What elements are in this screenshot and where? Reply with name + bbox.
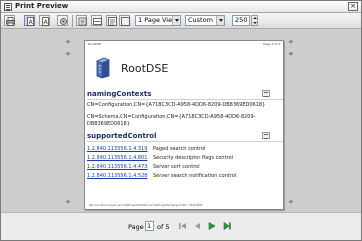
naming-context-value: CN=Configuration,CN={A718C3CD-A958-4DD6-… (87, 102, 266, 108)
print-preview-window: Print Preview × A A 1 Page View Custom 2… (0, 0, 362, 241)
oid-description: Server search notification control (153, 173, 237, 179)
page-header-left: RootDSE (88, 42, 101, 46)
zoom-input[interactable]: 250 (232, 15, 250, 26)
next-page-button[interactable] (207, 221, 217, 231)
document-title: RootDSE (121, 62, 169, 75)
page-number-input[interactable]: 1 (145, 221, 154, 231)
zoom-stepper[interactable] (251, 15, 258, 26)
two-page-icon: A (42, 17, 49, 26)
margin-marker-right: ÷ (288, 50, 294, 58)
page-header-right: Page 1 of 5 (263, 42, 280, 46)
margin-marker-left: ÷ (65, 50, 71, 58)
oid-description: Paged search control (153, 146, 206, 152)
print-icon (6, 17, 15, 26)
oid-description: Security descriptor flags control (153, 155, 233, 161)
margin-marker-bottom-right: ÷ (288, 198, 294, 206)
previous-arrow-icon (195, 223, 200, 229)
naming-contexts-heading: namingContexts (87, 90, 152, 98)
first-page-icon (121, 17, 130, 26)
toolbar: A A 1 Page View Custom 250 (1, 13, 361, 29)
preview-area[interactable]: ÷ ÷ ÷ ÷ ÷ ÷ RootDSE Page 1 of 5 RootDSE … (1, 30, 361, 212)
text-width-button[interactable] (106, 15, 117, 26)
view-mode-select[interactable]: 1 Page View (135, 15, 181, 26)
full-page-icon (78, 17, 87, 26)
margin-marker-bottom-left: ÷ (65, 198, 71, 206)
chevron-down-icon (216, 16, 224, 25)
page-width-button[interactable] (91, 15, 102, 26)
zoom-mode-value: Custom (188, 16, 213, 24)
zoom-mode-select[interactable]: Custom (185, 15, 225, 26)
single-page-button[interactable]: A (24, 15, 35, 26)
section-divider (87, 141, 283, 142)
chevron-down-icon (172, 16, 180, 25)
page-label: Page (128, 223, 144, 231)
close-button[interactable]: × (348, 2, 358, 11)
previous-page-button[interactable] (192, 221, 202, 231)
margin-marker-top-left: ÷ (65, 38, 71, 46)
next-arrow-icon (208, 221, 216, 231)
window-title: Print Preview (15, 2, 69, 10)
section-divider (87, 99, 283, 100)
last-page-arrow-icon (223, 221, 231, 231)
oid-link[interactable]: 1.2.840.113556.1.4.801 (87, 155, 147, 161)
print-preview-app-icon (4, 3, 12, 11)
oid-description: Server sort control (153, 164, 200, 170)
full-page-button[interactable] (76, 15, 87, 26)
oid-link[interactable]: 1.2.840.113556.1.4.528 (87, 173, 147, 179)
oid-link[interactable]: 1.2.840.113556.1.4.473 (87, 164, 147, 170)
supported-control-toggle[interactable] (262, 132, 270, 139)
supported-control-heading: supportedControl (87, 132, 157, 140)
print-button[interactable] (4, 15, 15, 26)
toolbar-separator (72, 15, 73, 27)
page-setup-icon (60, 18, 67, 25)
preview-page: RootDSE Page 1 of 5 RootDSE namingContex… (84, 40, 284, 210)
naming-context-value: CN=Schema,CN=Configuration,CN={A718C3CD-… (87, 114, 256, 127)
single-page-icon: A (27, 17, 34, 26)
page-setup-button[interactable] (57, 15, 68, 26)
first-page-nav-button[interactable] (178, 221, 188, 231)
page-count-label: of 5 (157, 223, 170, 231)
oid-link[interactable]: 1.2.840.113556.1.4.319 (87, 146, 147, 152)
page-footer: file:///C:/Documents and Settings/ADAM/L… (89, 203, 203, 207)
title-bar: Print Preview × (1, 1, 361, 13)
page-navigation-bar: Page 1 of 5 (1, 212, 361, 240)
first-page-arrow-icon (179, 223, 186, 229)
two-page-button[interactable]: A (39, 15, 50, 26)
naming-contexts-toggle[interactable] (262, 90, 270, 97)
first-page-button[interactable] (119, 15, 130, 26)
text-width-icon (108, 17, 117, 26)
server-icon (96, 57, 110, 79)
margin-marker-top-right: ÷ (288, 38, 294, 46)
page-width-icon (93, 18, 102, 25)
last-page-button[interactable] (222, 221, 232, 231)
